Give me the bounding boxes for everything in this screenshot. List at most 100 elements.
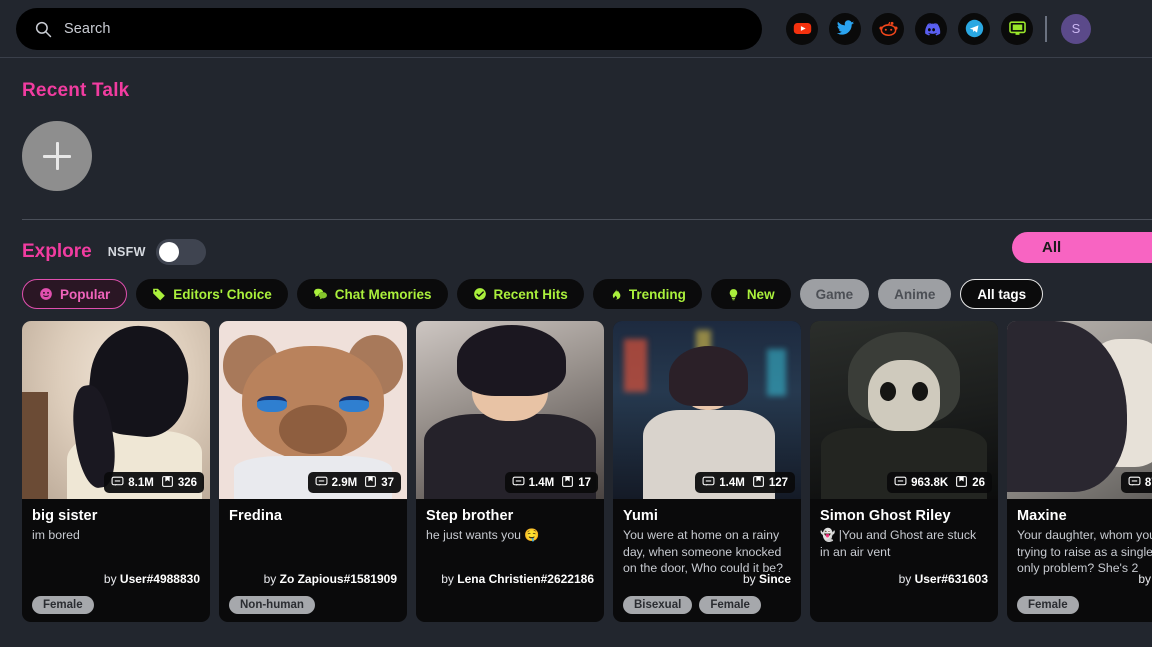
filter-chip-label: New	[746, 286, 775, 302]
save-count: 127	[752, 475, 788, 491]
card-thumbnail[interactable]: 963.8K 26	[810, 321, 998, 499]
card-thumbnail[interactable]: 2.9M 37	[219, 321, 407, 499]
chat-icon	[702, 475, 715, 491]
filter-chip-anime[interactable]: Anime	[878, 279, 952, 309]
card-body: Maxine Your daughter, whom you trying to …	[1007, 499, 1152, 622]
social-links	[786, 12, 1033, 45]
recent-talk-title: Recent Talk	[22, 80, 130, 101]
card-title: Maxine	[1017, 508, 1067, 524]
card-tag-list: Female	[1017, 596, 1079, 614]
card-stats-badge: 963.8K 26	[887, 472, 992, 493]
filter-chip-game[interactable]: Game	[799, 279, 870, 309]
filter-chip-new[interactable]: New	[710, 279, 791, 309]
bookmark-icon	[561, 475, 574, 491]
recent-talk-section: Recent Talk	[0, 58, 1152, 191]
card-description: 👻 |You and Ghost are stuck in an air ven…	[820, 528, 977, 559]
character-card-grid: 8.1M 326 big sister im bored by User#4988830…	[0, 309, 1152, 622]
chat-count: 963.8K	[894, 475, 948, 491]
chat-count: 8.1M	[111, 475, 154, 491]
filter-chip-label: Recent Hits	[493, 286, 568, 302]
save-count: 326	[161, 475, 197, 491]
card-author[interactable]: by User#4988830	[104, 572, 200, 586]
card-thumbnail[interactable]: 872.3K	[1007, 321, 1152, 499]
card-stats-badge: 8.1M 326	[104, 472, 204, 493]
chat-icon	[315, 475, 328, 491]
card-body: Step brother he just wants you 🤤 by Lena C…	[416, 499, 604, 622]
card-author[interactable]: by Lena Christien#2622186	[441, 572, 594, 586]
character-card[interactable]: 8.1M 326 big sister im bored by User#4988830…	[22, 321, 210, 622]
avatar[interactable]: S	[1061, 13, 1091, 44]
save-count: 37	[364, 475, 394, 491]
filter-chip-chat-memories[interactable]: Chat Memories	[296, 279, 448, 309]
card-title: Yumi	[623, 508, 659, 524]
twitter-icon[interactable]	[829, 12, 861, 45]
toggle-knob	[158, 242, 179, 262]
character-card[interactable]: 1.4M 17 Step brother he just wants you 🤤 by …	[416, 321, 604, 622]
chat-count-value: 872.3K	[1144, 476, 1152, 489]
card-thumbnail[interactable]: 1.4M 127	[613, 321, 801, 499]
card-tag-list: Female	[32, 596, 94, 614]
chat-count-value: 1.4M	[528, 476, 555, 489]
card-tag[interactable]: Bisexual	[623, 596, 693, 614]
filter-chip-all-tags[interactable]: All tags	[960, 279, 1044, 309]
save-count: 17	[561, 475, 591, 491]
character-card[interactable]: 963.8K 26 Simon Ghost Riley 👻 |You and Ghos…	[810, 321, 998, 622]
card-thumbnail[interactable]: 1.4M 17	[416, 321, 604, 499]
card-author[interactable]: by Since	[743, 572, 791, 586]
card-title: Simon Ghost Riley	[820, 508, 951, 524]
chat-count: 1.4M	[512, 475, 555, 491]
card-author[interactable]: by User#631603	[899, 572, 988, 586]
telegram-icon[interactable]	[958, 12, 990, 45]
popular-icon	[39, 287, 53, 301]
search-input[interactable]: Search	[16, 7, 762, 50]
character-card[interactable]: 1.4M 127 Yumi You were at home on a rainy d…	[613, 321, 801, 622]
save-count-value: 326	[177, 476, 197, 489]
card-tag[interactable]: Female	[1017, 596, 1079, 614]
card-tag-list: Bisexual Female	[623, 596, 761, 614]
save-count-value: 26	[972, 476, 985, 489]
save-count-value: 17	[578, 476, 591, 489]
filter-chip-editors-choice[interactable]: Editors' Choice	[136, 279, 288, 309]
card-stats-badge: 1.4M 17	[504, 472, 598, 493]
save-count: 26	[955, 475, 985, 491]
reddit-icon[interactable]	[872, 12, 904, 45]
card-tag[interactable]: Female	[699, 596, 761, 614]
top-header: Search S	[0, 0, 1152, 58]
bookmark-icon	[364, 475, 377, 491]
chat-count-value: 1.4M	[719, 476, 745, 489]
nsfw-toggle[interactable]	[155, 239, 206, 265]
filter-chip-trending[interactable]: Trending	[592, 279, 702, 309]
card-description: he just wants you 🤤	[426, 528, 540, 542]
card-title: Step brother	[426, 508, 514, 524]
character-card[interactable]: 2.9M 37 Fredina by Zo Zapious#1581909 Non-hu…	[219, 321, 407, 622]
monitor-icon[interactable]	[1001, 12, 1033, 45]
card-tag[interactable]: Non-human	[229, 596, 315, 614]
filter-chip-popular[interactable]: Popular	[22, 279, 128, 309]
chat-icon	[111, 475, 124, 491]
all-filter-pill[interactable]: All	[1012, 232, 1152, 263]
tag-icon	[152, 287, 166, 301]
card-tag[interactable]: Female	[32, 596, 94, 614]
recent-hits-icon	[473, 287, 487, 301]
card-body: Fredina by Zo Zapious#1581909 Non-human	[219, 499, 407, 622]
filter-chip-recent-hits[interactable]: Recent Hits	[456, 279, 584, 309]
discord-icon[interactable]	[915, 12, 947, 45]
card-author[interactable]: by Zo Zapious#1581909	[264, 572, 397, 586]
nsfw-label: NSFW	[107, 245, 146, 259]
chat-icon	[512, 475, 525, 491]
character-card[interactable]: 872.3K Maxine Your daughter, whom you tryi…	[1007, 321, 1152, 622]
header-divider	[1045, 15, 1047, 42]
filter-chip-label: Chat Memories	[334, 286, 432, 302]
filter-chip-label: Game	[815, 286, 854, 302]
filter-chip-row: Popular Editors' Choice Chat Memories Recen…	[0, 265, 1152, 309]
chat-count-value: 963.8K	[911, 476, 949, 489]
card-thumbnail[interactable]: 8.1M 326	[22, 321, 210, 499]
bookmark-icon	[752, 475, 765, 491]
add-talk-button[interactable]	[22, 121, 92, 191]
bookmark-icon	[161, 475, 174, 491]
bulb-icon	[727, 287, 740, 302]
card-author[interactable]: by Noon	[1138, 572, 1152, 586]
flame-icon	[609, 287, 622, 302]
card-body: big sister im bored by User#4988830 Female	[22, 499, 210, 622]
youtube-icon[interactable]	[786, 12, 818, 45]
